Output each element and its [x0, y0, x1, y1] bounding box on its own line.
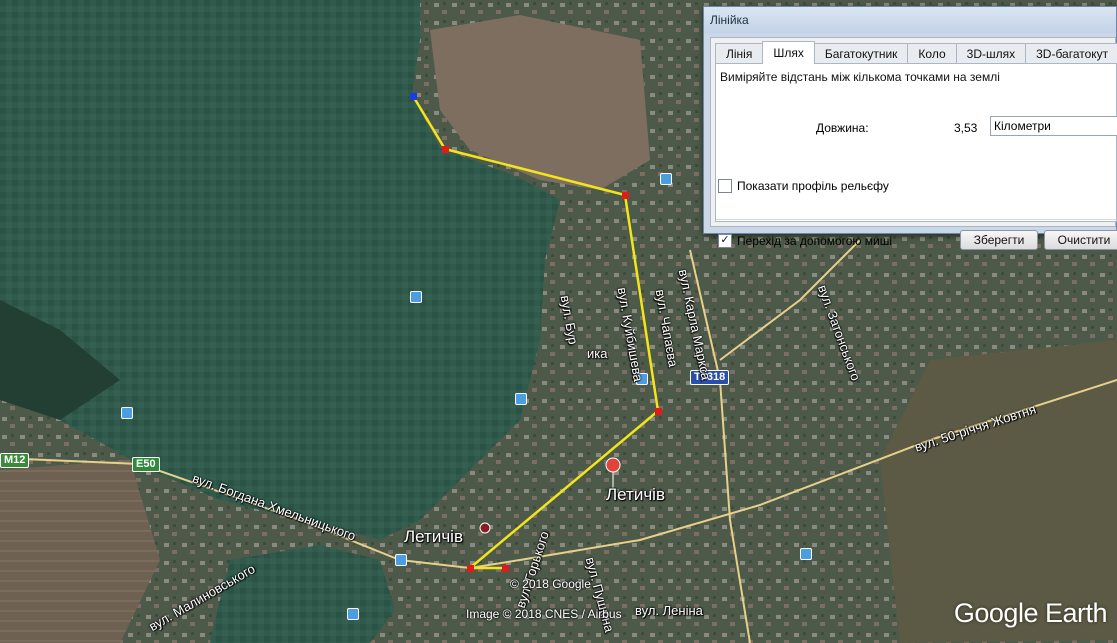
poi-icon[interactable]: [347, 608, 359, 620]
poi-icon[interactable]: [800, 548, 812, 560]
city-label[interactable]: Летичів: [404, 527, 463, 547]
terrain-profile-checkbox[interactable]: [718, 179, 732, 193]
mouse-nav-label: Перехід за допомогою миші: [737, 234, 893, 248]
terrain-profile-option[interactable]: Показати профіль рельєфу: [718, 179, 889, 193]
poi-icon[interactable]: [515, 393, 527, 405]
mouse-nav-option[interactable]: ✓ Перехід за допомогою миші: [718, 234, 892, 248]
city-label[interactable]: Летичів: [606, 485, 665, 505]
ruler-dialog: Лінійка Лінія Шлях Багатокутник Коло 3D-шлях…: [703, 6, 1117, 250]
tab-circle[interactable]: Коло: [907, 43, 957, 64]
terrain-profile-label: Показати профіль рельєфу: [737, 179, 889, 193]
tab-3d-path[interactable]: 3D-шлях: [955, 43, 1027, 64]
clear-button[interactable]: Очистити: [1044, 230, 1117, 250]
path-vertex: [622, 192, 629, 199]
unit-select[interactable]: Кілометри ▼: [990, 116, 1117, 136]
road-shield-e50: E50: [132, 457, 160, 472]
mouse-nav-checkbox[interactable]: ✓: [718, 234, 732, 248]
path-vertex: [442, 146, 449, 153]
dialog-title[interactable]: Лінійка: [704, 7, 1116, 33]
street-label: вул. Леніна: [635, 603, 703, 618]
length-label: Довжина:: [816, 121, 869, 135]
path-panel: Виміряйте відстань між кількома точками …: [715, 63, 1117, 250]
google-earth-logo: Google Earth: [953, 598, 1108, 628]
path-vertex: [502, 565, 509, 572]
tab-polygon[interactable]: Багатокутник: [813, 43, 909, 64]
path-description: Виміряйте відстань між кількома точками …: [720, 70, 1000, 84]
poi-icon[interactable]: [660, 173, 672, 185]
unit-select-value: Кілометри: [994, 119, 1051, 133]
poi-icon[interactable]: [410, 291, 422, 303]
ruler-tabs: Лінія Шлях Багатокутник Коло 3D-шлях 3D-багат…: [715, 41, 1117, 64]
road-shield-m12: M12: [0, 453, 30, 468]
tab-line[interactable]: Лінія: [715, 43, 764, 64]
divider: [716, 219, 1116, 220]
path-start-vertex: [410, 93, 417, 100]
imagery-credit: Image © 2018 CNES / Airbus: [466, 607, 622, 621]
poi-icon[interactable]: [121, 407, 133, 419]
street-label: ика: [587, 346, 608, 361]
length-value: 3,53: [954, 121, 978, 135]
save-button[interactable]: Зберегти: [960, 230, 1038, 250]
path-vertex: [467, 565, 474, 572]
path-vertex: [655, 408, 662, 415]
city-dot-icon: [479, 522, 491, 534]
tab-path[interactable]: Шлях: [762, 41, 815, 64]
poi-icon[interactable]: [395, 554, 407, 566]
tab-3d-polygon[interactable]: 3D-багатокут: [1025, 43, 1117, 64]
map-copyright: © 2018 Google: [510, 577, 591, 591]
